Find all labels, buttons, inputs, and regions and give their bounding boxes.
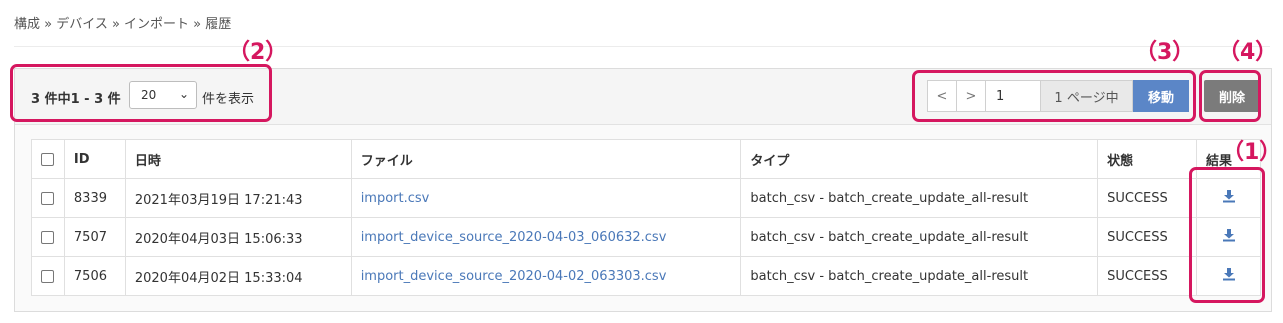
row-select-cell	[31, 256, 65, 296]
column-file[interactable]: ファイル	[350, 139, 742, 179]
row-checkbox[interactable]	[41, 191, 55, 205]
divider	[14, 46, 1270, 47]
row-datetime: 2020年04月03日 15:06:33	[124, 217, 352, 257]
highlight-box-1	[1189, 167, 1265, 303]
row-checkbox[interactable]	[41, 269, 55, 283]
highlight-box-3	[912, 70, 1196, 122]
import-history-table: ID 日時 ファイル タイプ 状態 結果 8339 2021年03月19日 17…	[31, 139, 1261, 296]
annotation-label-3: （3）	[1135, 40, 1195, 65]
column-id[interactable]: ID	[63, 139, 126, 179]
highlight-box-4	[1199, 70, 1261, 122]
select-all-cell	[31, 139, 65, 179]
column-status[interactable]: 状態	[1097, 139, 1198, 179]
table-row: 7506 2020年04月02日 15:33:04 import_device_…	[31, 256, 1261, 296]
row-status: SUCCESS	[1097, 256, 1198, 296]
table-header-row: ID 日時 ファイル タイプ 状態 結果	[31, 139, 1261, 179]
row-type: batch_csv - batch_create_update_all-resu…	[740, 178, 1099, 218]
row-type: batch_csv - batch_create_update_all-resu…	[740, 217, 1099, 257]
row-status: SUCCESS	[1097, 217, 1198, 257]
row-file-link[interactable]: import.csv	[350, 178, 742, 218]
annotation-label-4: （4）	[1218, 40, 1278, 65]
row-checkbox[interactable]	[41, 230, 55, 244]
row-id: 7506	[63, 256, 126, 296]
row-id: 8339	[63, 178, 126, 218]
row-type: batch_csv - batch_create_update_all-resu…	[740, 256, 1099, 296]
highlight-box-2	[10, 64, 272, 122]
row-datetime: 2021年03月19日 17:21:43	[124, 178, 352, 218]
row-select-cell	[31, 217, 65, 257]
row-status: SUCCESS	[1097, 178, 1198, 218]
column-type[interactable]: タイプ	[740, 139, 1099, 179]
row-file-link[interactable]: import_device_source_2020-04-03_060632.c…	[350, 217, 742, 257]
breadcrumb: 構成 » デバイス » インポート » 履歴	[14, 17, 232, 32]
annotation-label-1: （1）	[1222, 140, 1282, 165]
row-id: 7507	[63, 217, 126, 257]
table-row: 8339 2021年03月19日 17:21:43 import.csv bat…	[31, 178, 1261, 218]
annotation-label-2: （2）	[228, 40, 288, 65]
table-row: 7507 2020年04月03日 15:06:33 import_device_…	[31, 217, 1261, 257]
column-datetime[interactable]: 日時	[124, 139, 352, 179]
row-file-link[interactable]: import_device_source_2020-04-02_063303.c…	[350, 256, 742, 296]
row-select-cell	[31, 178, 65, 218]
select-all-checkbox[interactable]	[41, 152, 55, 166]
row-datetime: 2020年04月02日 15:33:04	[124, 256, 352, 296]
